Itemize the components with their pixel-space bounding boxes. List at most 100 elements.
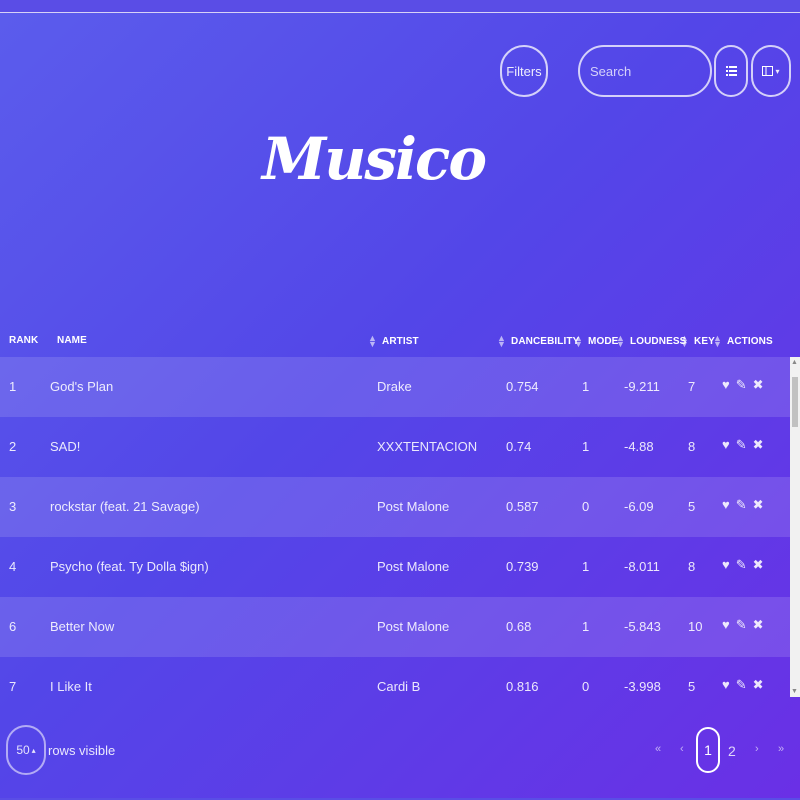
column-header-loudness[interactable]: ▲ ▼ LOUDNESS bbox=[616, 334, 686, 349]
cell-mode: 1 bbox=[582, 379, 590, 394]
close-icon[interactable]: ✖ bbox=[753, 617, 764, 633]
cell-mode: 1 bbox=[582, 559, 590, 574]
cell-loudness: -3.998 bbox=[624, 679, 661, 694]
cell-danceability: 0.587 bbox=[506, 499, 539, 514]
list-icon bbox=[725, 64, 737, 79]
search-input[interactable]: Search bbox=[578, 45, 712, 97]
musico-logo: Musico bbox=[262, 125, 487, 193]
column-view-button[interactable]: ▾ bbox=[751, 45, 791, 97]
sort-icon[interactable]: ▲ ▼ bbox=[713, 334, 722, 349]
cell-loudness: -8.011 bbox=[624, 559, 660, 574]
close-icon[interactable]: ✖ bbox=[753, 677, 764, 693]
cell-rank: 2 bbox=[9, 439, 17, 454]
heart-icon[interactable]: ♥ bbox=[722, 377, 730, 393]
cell-rank: 4 bbox=[9, 559, 17, 574]
page-button-1[interactable]: 1 bbox=[696, 727, 720, 773]
edit-icon[interactable]: ✎ bbox=[736, 437, 747, 453]
chevron-down-icon: ▾ bbox=[775, 66, 780, 76]
heart-icon[interactable]: ♥ bbox=[722, 497, 730, 513]
column-header-artist[interactable]: ▲ ▼ ARTIST bbox=[368, 334, 419, 349]
table-row[interactable]: 1 God's Plan Drake 0.754 1 -9.211 7 ♥ ✎ … bbox=[0, 357, 790, 417]
next-page-icon[interactable]: › bbox=[755, 743, 759, 755]
close-icon[interactable]: ✖ bbox=[753, 377, 764, 393]
cell-artist: Post Malone bbox=[377, 559, 450, 574]
table-header: RANK NAME ▲ ▼ ARTIST ▲ ▼ DANCEBILITY ▲ ▼ MODE … bbox=[0, 325, 792, 357]
cell-artist: Post Malone bbox=[377, 619, 450, 634]
page-button-2[interactable]: 2 bbox=[728, 743, 736, 759]
sort-icon[interactable]: ▲ ▼ bbox=[368, 334, 377, 349]
cell-key: 8 bbox=[688, 559, 696, 574]
app-page: Filters Search ▾ Musico RANK NAME ▲ ▼ AR… bbox=[0, 12, 800, 798]
heart-icon[interactable]: ♥ bbox=[722, 437, 730, 453]
sort-icon[interactable]: ▲ ▼ bbox=[497, 334, 506, 349]
top-toolbar: Filters Search ▾ bbox=[0, 45, 800, 101]
cell-name: SAD! bbox=[50, 439, 81, 454]
row-actions: ♥ ✎ ✖ bbox=[722, 377, 764, 393]
edit-icon[interactable]: ✎ bbox=[736, 377, 747, 393]
row-actions: ♥ ✎ ✖ bbox=[722, 497, 764, 513]
cell-danceability: 0.68 bbox=[506, 619, 532, 634]
edit-icon[interactable]: ✎ bbox=[736, 617, 747, 633]
table-body: 1 God's Plan Drake 0.754 1 -9.211 7 ♥ ✎ … bbox=[0, 357, 790, 717]
prev-page-icon[interactable]: ‹ bbox=[680, 743, 684, 755]
heart-icon[interactable]: ♥ bbox=[722, 557, 730, 573]
cell-mode: 0 bbox=[582, 499, 590, 514]
filters-button[interactable]: Filters bbox=[500, 45, 548, 97]
first-page-icon[interactable]: « bbox=[655, 743, 661, 755]
table-row[interactable]: 6 Better Now Post Malone 0.68 1 -5.843 1… bbox=[0, 597, 790, 657]
cell-artist: Post Malone bbox=[377, 499, 450, 514]
cell-rank: 3 bbox=[9, 499, 17, 514]
row-actions: ♥ ✎ ✖ bbox=[722, 677, 764, 693]
cell-name: Better Now bbox=[50, 619, 115, 634]
cell-danceability: 0.74 bbox=[506, 439, 532, 454]
table-row[interactable]: 7 I Like It Cardi B 0.816 0 -3.998 5 ♥ ✎… bbox=[0, 657, 790, 717]
column-header-name[interactable]: NAME bbox=[57, 335, 87, 346]
sort-icon[interactable]: ▲ ▼ bbox=[680, 334, 689, 349]
column-header-danceability[interactable]: ▲ ▼ DANCEBILITY bbox=[497, 334, 579, 349]
heart-icon[interactable]: ♥ bbox=[722, 677, 730, 693]
close-icon[interactable]: ✖ bbox=[753, 557, 764, 573]
column-header-rank[interactable]: RANK bbox=[9, 335, 38, 346]
cell-name: God's Plan bbox=[50, 379, 114, 394]
cell-artist: Cardi B bbox=[377, 679, 421, 694]
cell-mode: 1 bbox=[582, 439, 590, 454]
cell-danceability: 0.739 bbox=[506, 559, 539, 574]
table-scrollbar[interactable]: ▲ ▼ bbox=[790, 357, 800, 697]
cell-loudness: -6.09 bbox=[624, 499, 654, 514]
table-row[interactable]: 3 rockstar (feat. 21 Savage) Post Malone… bbox=[0, 477, 790, 537]
edit-icon[interactable]: ✎ bbox=[736, 497, 747, 513]
heart-icon[interactable]: ♥ bbox=[722, 617, 730, 633]
cell-artist: Drake bbox=[377, 379, 412, 394]
row-actions: ♥ ✎ ✖ bbox=[722, 617, 764, 633]
cell-key: 5 bbox=[688, 679, 696, 694]
edit-icon[interactable]: ✎ bbox=[736, 677, 747, 693]
cell-rank: 6 bbox=[9, 619, 17, 634]
cell-loudness: -9.211 bbox=[624, 379, 660, 394]
sort-icon[interactable]: ▲ ▼ bbox=[574, 334, 583, 349]
sort-icon[interactable]: ▲ ▼ bbox=[616, 334, 625, 349]
column-header-mode[interactable]: ▲ ▼ MODE bbox=[574, 334, 618, 349]
cell-mode: 0 bbox=[582, 679, 590, 694]
table-row[interactable]: 2 SAD! XXXTENTACION 0.74 1 -4.88 8 ♥ ✎ ✖ bbox=[0, 417, 790, 477]
column-header-key[interactable]: ▲ ▼ KEY bbox=[680, 334, 715, 349]
cell-loudness: -4.88 bbox=[624, 439, 654, 454]
cell-rank: 7 bbox=[9, 679, 17, 694]
cell-danceability: 0.754 bbox=[506, 379, 539, 394]
scroll-down-icon[interactable]: ▼ bbox=[791, 688, 798, 695]
cell-name: I Like It bbox=[50, 679, 92, 694]
scrollbar-thumb[interactable] bbox=[792, 377, 798, 427]
scroll-up-icon[interactable]: ▲ bbox=[791, 359, 798, 366]
cell-key: 8 bbox=[688, 439, 696, 454]
table-row[interactable]: 4 Psycho (feat. Ty Dolla $ign) Post Malo… bbox=[0, 537, 790, 597]
last-page-icon[interactable]: » bbox=[778, 743, 784, 755]
close-icon[interactable]: ✖ bbox=[753, 437, 764, 453]
pagination: « ‹ 1 2 › » bbox=[0, 721, 800, 781]
cell-key: 10 bbox=[688, 619, 703, 634]
search-placeholder: Search bbox=[590, 63, 632, 79]
close-icon[interactable]: ✖ bbox=[753, 497, 764, 513]
cell-mode: 1 bbox=[582, 619, 590, 634]
table-footer: 50 ▴ rows visible « ‹ 1 2 › » bbox=[0, 721, 800, 781]
edit-icon[interactable]: ✎ bbox=[736, 557, 747, 573]
list-view-button[interactable] bbox=[714, 45, 748, 97]
cell-key: 7 bbox=[688, 379, 696, 394]
